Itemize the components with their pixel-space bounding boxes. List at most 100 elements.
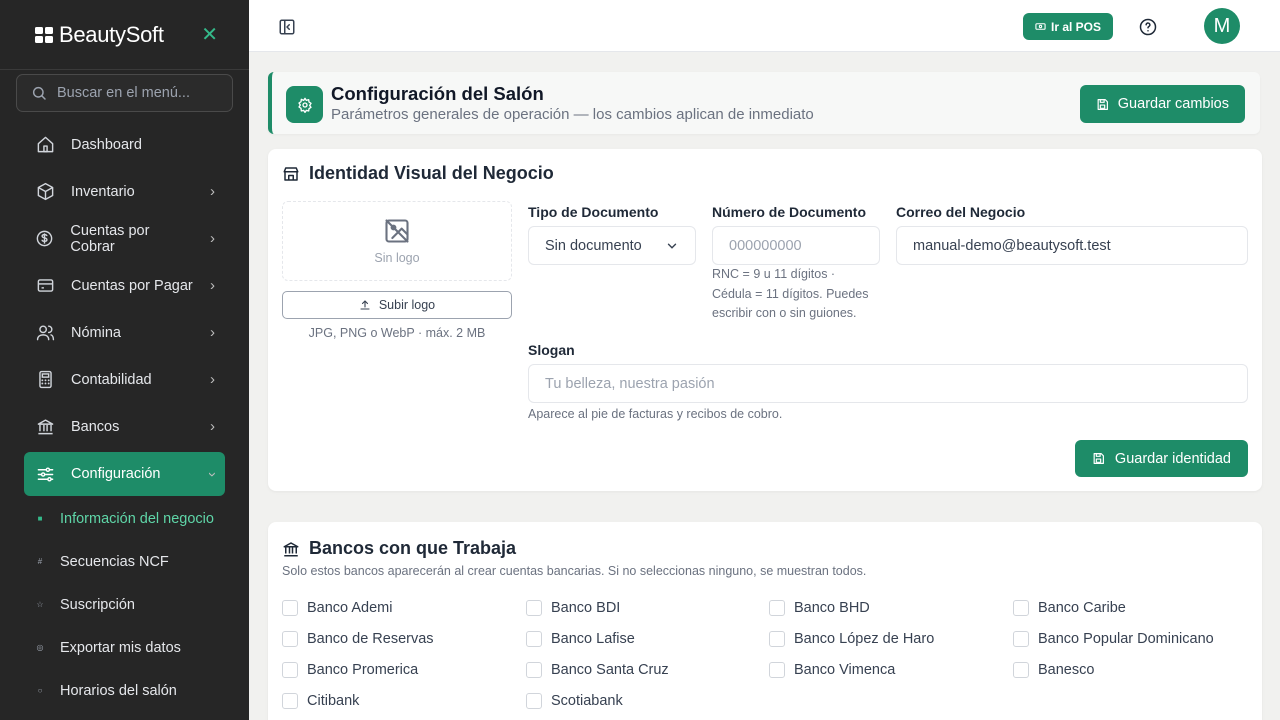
bank-option[interactable]: Banco BDI: [526, 600, 620, 616]
brand-logo[interactable]: BeautySoft: [35, 22, 164, 48]
bank-option[interactable]: Banco López de Haro: [769, 631, 934, 647]
slogan-placeholder: Tu belleza, nuestra pasión: [545, 375, 715, 392]
sidebar-item-label: Contabilidad: [71, 371, 152, 388]
identity-card-title: Identidad Visual del Negocio: [282, 163, 554, 184]
bank-checkbox[interactable]: [526, 662, 542, 678]
bank-checkbox[interactable]: [1013, 631, 1029, 647]
bank-option[interactable]: Citibank: [282, 693, 359, 709]
bank-option[interactable]: Banco Popular Dominicano: [1013, 631, 1214, 647]
subitem-secuencias-ncf[interactable]: # Secuencias NCF: [36, 540, 236, 583]
sliders-icon: [35, 464, 55, 484]
chevron-right-icon: ›: [210, 371, 215, 388]
sidebar-item-configuracion[interactable]: Configuración ›: [24, 452, 225, 496]
database-icon: ◎: [36, 643, 44, 652]
subitem-exportar-datos[interactable]: ◎ Exportar mis datos: [36, 626, 236, 669]
email-field[interactable]: manual-demo@beautysoft.test: [896, 226, 1248, 265]
save-changes-button[interactable]: Guardar cambios: [1079, 85, 1245, 123]
bank-checkbox[interactable]: [526, 600, 542, 616]
subitem-label: Horarios del salón: [60, 682, 177, 699]
logo-preview: Sin logo: [282, 201, 512, 281]
bank-option[interactable]: Banco Santa Cruz: [526, 662, 669, 678]
bank-checkbox[interactable]: [769, 662, 785, 678]
sidebar-item-dashboard[interactable]: Dashboard: [24, 121, 225, 168]
bank-option[interactable]: Banco Ademi: [282, 600, 392, 616]
bank-checkbox[interactable]: [1013, 600, 1029, 616]
close-sidebar-icon[interactable]: ✕: [201, 25, 218, 45]
help-icon[interactable]: [1139, 18, 1157, 36]
configuracion-submenu: ■ Información del negocio # Secuencias N…: [36, 497, 236, 712]
bank-option[interactable]: Scotiabank: [526, 693, 623, 709]
identity-card: Identidad Visual del Negocio Sin logo Su…: [268, 149, 1262, 491]
doc-type-select[interactable]: Sin documento: [528, 226, 696, 265]
bank-option[interactable]: Banco de Reservas: [282, 631, 434, 647]
bullet-icon: ■: [37, 514, 43, 523]
bank-option[interactable]: Banco Promerica: [282, 662, 418, 678]
sidebar-item-nomina[interactable]: Nómina ›: [24, 309, 225, 356]
sidebar-item-label: Cuentas por Pagar: [71, 277, 193, 294]
sidebar-item-inventario[interactable]: Inventario ›: [24, 168, 225, 215]
subitem-horarios-salon[interactable]: ○ Horarios del salón: [36, 669, 236, 712]
bank-option[interactable]: Banco Caribe: [1013, 600, 1126, 616]
user-avatar[interactable]: M: [1204, 8, 1240, 44]
chevron-right-icon: ›: [210, 277, 215, 294]
menu-search[interactable]: [16, 74, 233, 112]
bank-checkbox[interactable]: [282, 662, 298, 678]
sidebar-item-label: Cuentas por Cobrar: [70, 222, 150, 255]
avatar-initial: M: [1213, 14, 1231, 37]
settings-icon: [286, 86, 323, 123]
chevron-right-icon: ›: [210, 324, 215, 341]
subitem-suscripcion[interactable]: ☆ Suscripción: [36, 583, 236, 626]
bank-option[interactable]: Banesco: [1013, 662, 1094, 678]
sidebar-item-cuentas-por-pagar[interactable]: Cuentas por Pagar ›: [24, 262, 225, 309]
save-changes-label: Guardar cambios: [1117, 96, 1229, 112]
hash-icon: #: [37, 557, 43, 566]
subitem-label: Secuencias NCF: [60, 553, 169, 570]
bank-checkbox[interactable]: [1013, 662, 1029, 678]
sidebar-item-contabilidad[interactable]: Contabilidad ›: [24, 356, 225, 403]
save-identity-label: Guardar identidad: [1114, 450, 1231, 467]
bank-label: Banco Caribe: [1038, 600, 1126, 616]
sidebar-toggle-icon[interactable]: [278, 18, 296, 36]
bank-checkbox[interactable]: [282, 693, 298, 709]
upload-icon: [360, 300, 370, 310]
box-icon: [35, 182, 55, 202]
go-to-pos-button[interactable]: Ir al POS: [1023, 13, 1114, 40]
email-value: manual-demo@beautysoft.test: [913, 237, 1111, 254]
sidebar-item-cuentas-por-cobrar[interactable]: Cuentas por Cobrar ›: [24, 215, 225, 262]
star-icon: ☆: [36, 600, 44, 609]
bank-checkbox[interactable]: [526, 693, 542, 709]
bank-checkbox[interactable]: [769, 600, 785, 616]
bank-checkbox[interactable]: [526, 631, 542, 647]
doc-number-hint: RNC = 9 u 11 dígitos · Cédula = 11 dígit…: [712, 265, 887, 324]
image-off-icon: [385, 219, 409, 243]
upload-logo-button[interactable]: Subir logo: [282, 291, 512, 319]
sidebar-item-label: Dashboard: [71, 136, 142, 153]
banks-subtitle: Solo estos bancos aparecerán al crear cu…: [282, 564, 867, 578]
doc-number-input[interactable]: 000000000: [712, 226, 880, 265]
menu-search-input[interactable]: [57, 85, 217, 101]
bank-label: Banesco: [1038, 662, 1095, 678]
bank-checkbox[interactable]: [769, 631, 785, 647]
page-header: Configuración del Salón Parámetros gener…: [268, 72, 1260, 134]
store-icon: [283, 166, 299, 181]
bank-option[interactable]: Banco Vimenca: [769, 662, 895, 678]
chevron-right-icon: ›: [210, 183, 215, 200]
brand-name: BeautySoft: [59, 21, 164, 47]
save-icon: [1093, 453, 1104, 464]
bank-option[interactable]: Banco Lafise: [526, 631, 635, 647]
doc-type-label: Tipo de Documento: [528, 204, 659, 220]
banks-card-title: Bancos con que Trabaja: [282, 538, 516, 559]
calculator-icon: [35, 370, 55, 390]
slogan-input[interactable]: Tu belleza, nuestra pasión: [528, 364, 1248, 403]
sidebar-item-label: Configuración: [71, 466, 161, 482]
doc-hint-line: RNC = 9 u 11 dígitos ·: [712, 267, 836, 281]
sidebar-nav: Dashboard Inventario › Cuentas por Cobra…: [24, 121, 225, 496]
sidebar-item-bancos[interactable]: Bancos ›: [24, 403, 225, 450]
sidebar: BeautySoft ✕ Dashboard Inventario › Cuen…: [0, 0, 249, 720]
bank-option[interactable]: Banco BHD: [769, 600, 870, 616]
bank-checkbox[interactable]: [282, 631, 298, 647]
subitem-informacion-negocio[interactable]: ■ Información del negocio: [36, 497, 236, 540]
bank-checkbox[interactable]: [282, 600, 298, 616]
save-identity-button[interactable]: Guardar identidad: [1074, 440, 1248, 477]
identity-title-text: Identidad Visual del Negocio: [309, 163, 554, 183]
